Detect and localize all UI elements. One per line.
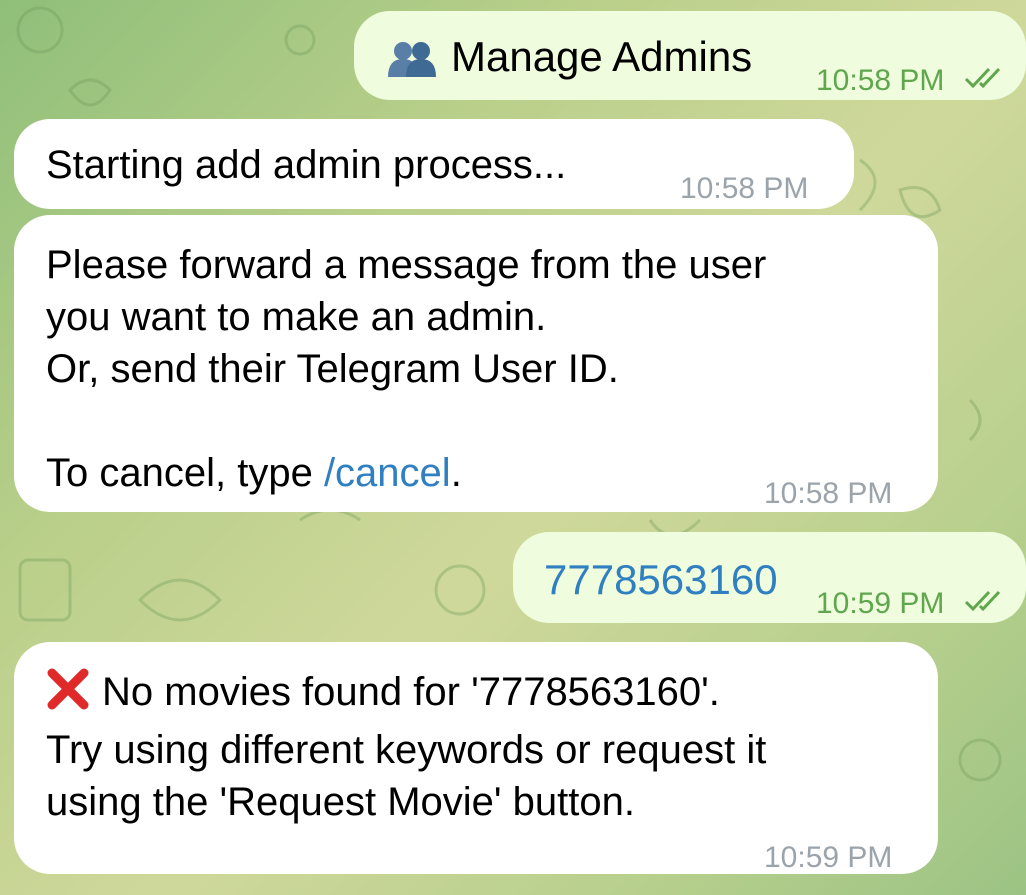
message-line: using the 'Request Movie' button.	[46, 780, 635, 824]
message-bubble-incoming[interactable]: Please forward a message from the user y…	[14, 215, 938, 512]
double-check-icon	[963, 56, 1009, 108]
message-text: Manage Admins	[451, 33, 753, 80]
message-bubble-incoming[interactable]: Starting add admin process... 10:58 PM	[14, 119, 854, 209]
cross-mark-icon	[46, 667, 90, 724]
user-id-link[interactable]: 7778563160	[544, 554, 778, 606]
message-bubble-outgoing[interactable]: 7778563160 10:59 PM	[513, 532, 1026, 623]
message-line: No movies found for '7778563160'.	[46, 666, 766, 724]
message-line: Try using different keywords or request …	[46, 728, 767, 772]
message-time: 10:59 PM	[816, 587, 945, 620]
busts-in-silhouette-icon	[386, 39, 438, 92]
message-time: 10:58 PM	[680, 172, 809, 205]
message-time: 10:58 PM	[764, 477, 893, 510]
message-line: To cancel, type /cancel.	[46, 451, 462, 495]
double-check-icon	[963, 579, 1009, 631]
message-bubble-incoming[interactable]: No movies found for '7778563160'. Try us…	[14, 642, 938, 874]
message-line: Please forward a message from the user	[46, 243, 767, 287]
cancel-command-link[interactable]: /cancel	[324, 451, 451, 495]
message-line: you want to make an admin.	[46, 295, 547, 339]
message-line: Or, send their Telegram User ID.	[46, 347, 619, 391]
message-time: 10:59 PM	[764, 841, 893, 874]
message-time: 10:58 PM	[816, 64, 945, 97]
message-text: Starting add admin process...	[46, 143, 567, 187]
message-bubble-outgoing[interactable]: Manage Admins 10:58 PM	[354, 11, 1026, 100]
